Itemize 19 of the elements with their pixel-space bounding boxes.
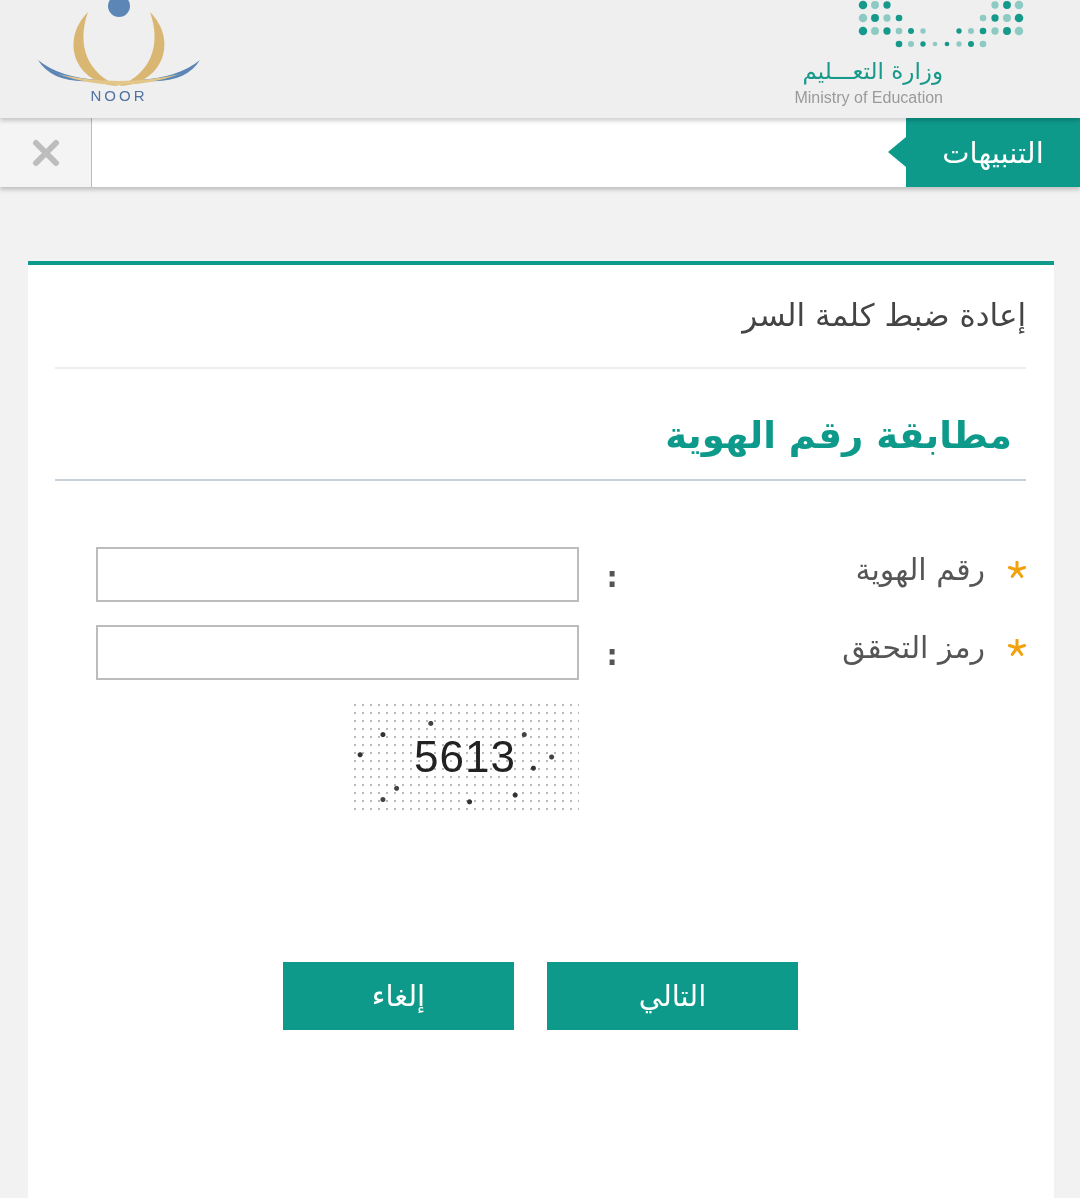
ministry-name: وزارة التعـــليم bbox=[802, 57, 943, 86]
close-icon bbox=[31, 138, 60, 167]
label-colon: : bbox=[606, 639, 618, 672]
logo-text: NOOR bbox=[90, 87, 148, 105]
ministry-logo-icon bbox=[857, 0, 1025, 50]
action-button[interactable]: إلغاء bbox=[283, 962, 514, 1030]
field-label: رمز التحقق bbox=[841, 630, 985, 665]
captcha-image: 5613 bbox=[351, 701, 579, 813]
action-button[interactable]: التالي bbox=[547, 962, 798, 1030]
section-title: مطابقة رقم الهوية bbox=[55, 369, 1026, 481]
field-label: رقم الهوية bbox=[854, 552, 985, 587]
alerts-label: التنبيهات bbox=[888, 118, 1080, 187]
ministry-english-name: Ministry of Education bbox=[794, 89, 943, 107]
noor-logo-icon bbox=[38, 0, 200, 86]
label-colon: : bbox=[606, 561, 618, 594]
text-input[interactable] bbox=[96, 625, 579, 680]
close-button[interactable] bbox=[0, 118, 92, 187]
page-title: إعادة ضبط كلمة السر bbox=[55, 265, 1026, 369]
text-input[interactable] bbox=[96, 547, 579, 602]
